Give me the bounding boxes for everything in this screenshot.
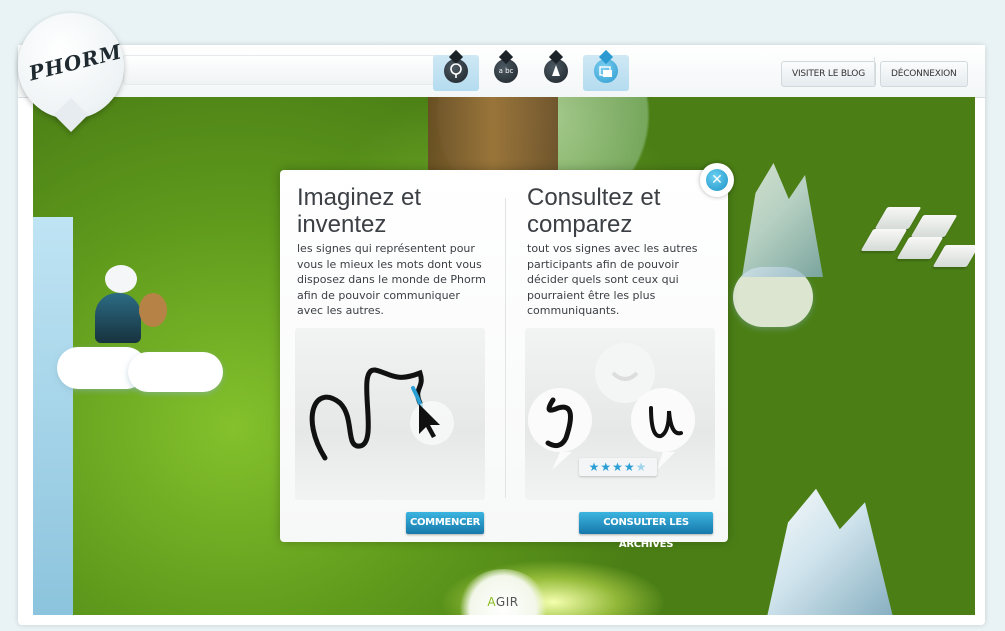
logout-button[interactable]: DÉCONNEXION [880, 61, 968, 87]
crystal-rock [767, 488, 893, 615]
create-title: Imaginez et inventez [297, 184, 422, 238]
close-icon: ✕ [706, 169, 728, 191]
compare-illustration: ★★★★★ [525, 328, 715, 500]
pen-drop-icon [544, 59, 568, 83]
crystal-rock-top [742, 163, 823, 277]
tile [910, 215, 958, 237]
tool-abc[interactable]: a bc [483, 55, 529, 91]
consult-archives-button[interactable]: CONSULTER LES ARCHIVES [579, 512, 713, 550]
compare-column: Consultez et comparez tout vos signes av… [527, 184, 717, 319]
phorm-logo[interactable]: PHORM [18, 13, 125, 119]
top-input-bar[interactable] [123, 55, 450, 85]
floating-tiles [860, 207, 975, 277]
abc-glyph: a bc [498, 67, 514, 75]
create-illustration [295, 328, 485, 500]
star-icon[interactable]: ★ [600, 460, 612, 474]
create-description: les signes qui représentent pour vous le… [297, 242, 486, 317]
create-column: Imaginez et inventez les signes qui repr… [297, 184, 487, 319]
teddy-bear[interactable] [139, 293, 167, 327]
star-icon[interactable]: ★ [612, 460, 624, 474]
star-icon[interactable]: ★ [636, 460, 648, 474]
tool-gallery[interactable] [583, 55, 629, 91]
cloud [128, 352, 223, 392]
tile [932, 245, 975, 267]
star-icon[interactable]: ★ [589, 460, 601, 474]
abc-drop-icon: a bc [494, 59, 518, 83]
tile [896, 237, 944, 259]
tile [860, 229, 908, 251]
monster-character[interactable] [95, 293, 141, 343]
compare-title: Consultez et comparez [527, 184, 661, 238]
rating-stars[interactable]: ★★★★★ [579, 458, 657, 476]
sky-edge [33, 217, 73, 615]
monster-head [105, 265, 137, 293]
gallery-drop-icon [594, 59, 618, 83]
close-dialog-button[interactable]: ✕ [700, 163, 734, 197]
tree-drop-icon [444, 59, 468, 83]
visit-blog-button[interactable]: VISITER LE BLOG [781, 61, 876, 87]
tool-pen[interactable] [533, 55, 579, 91]
column-divider [505, 198, 506, 498]
agir-button[interactable]: AGIR [458, 569, 548, 615]
compare-description: tout vos signes avec les autres particip… [527, 242, 698, 317]
agir-label: AGIR [487, 595, 519, 609]
toolbar-divider [874, 57, 875, 87]
start-button[interactable]: COMMENCER [406, 512, 484, 534]
star-icon[interactable]: ★ [624, 460, 636, 474]
tile [874, 207, 922, 229]
welcome-dialog: Imaginez et inventez les signes qui repr… [280, 170, 728, 550]
top-bar: a bc VISITER LE BLOG DÉCONNEXION [18, 45, 985, 98]
tool-tree[interactable] [433, 55, 479, 91]
sign-drawing-illustration [309, 367, 454, 461]
logo-text: PHORM [26, 39, 125, 86]
